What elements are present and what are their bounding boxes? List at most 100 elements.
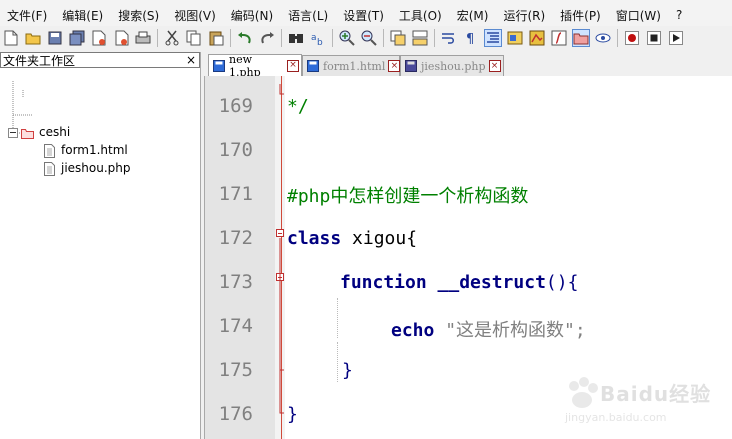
tab-jieshou-php[interactable]: jieshou.php × (400, 55, 504, 76)
line-number: 170 (218, 139, 253, 161)
stop-macro-icon[interactable] (646, 30, 662, 46)
paw-logo-icon (569, 377, 598, 408)
toolbar-separator (281, 29, 282, 47)
cut-icon[interactable] (164, 30, 180, 46)
keyword-function: function (340, 272, 427, 293)
zoom-out-icon[interactable] (361, 30, 377, 46)
sync-horizontal-icon[interactable] (412, 30, 428, 46)
floppy-icon (213, 59, 225, 72)
menu-settings[interactable]: 设置(T) (336, 7, 392, 24)
menu-language[interactable]: 语言(L) (281, 7, 336, 24)
keyword-class: class (287, 228, 342, 249)
save-all-icon[interactable] (69, 30, 85, 46)
indent-guide (337, 342, 338, 382)
tab-label: new 1.php (229, 52, 261, 79)
toolbar-separator (383, 29, 384, 47)
line-number: 174 (218, 315, 253, 337)
menu-encoding[interactable]: 编码(N) (224, 7, 281, 24)
file-label: form1.html (61, 143, 128, 157)
close-all-icon[interactable] (113, 30, 129, 46)
monitor-icon[interactable] (595, 30, 611, 46)
word-wrap-icon[interactable] (441, 30, 457, 46)
tree-file-form1[interactable]: form1.html (44, 142, 128, 159)
string-literal: "这是析构函数"; (434, 320, 586, 341)
fold-bracket-lines (279, 84, 284, 414)
panel-title: 文件夹工作区 × (0, 52, 200, 68)
line-number-gutter (205, 76, 275, 439)
zoom-in-icon[interactable] (339, 30, 355, 46)
svg-text:a: a (311, 33, 317, 43)
toolbar-separator (157, 29, 158, 47)
code-text: xigou{ (341, 228, 418, 249)
file-label: jieshou.php (61, 161, 131, 175)
tab-label: jieshou.php (421, 59, 486, 73)
tab-new-1-php[interactable]: new 1.php × (208, 52, 302, 79)
replace-icon[interactable]: ab (310, 30, 326, 46)
folder-workspace-icon[interactable] (572, 29, 590, 47)
toolbar: ab ¶ (0, 26, 732, 50)
function-list-icon[interactable] (551, 30, 567, 46)
close-icon[interactable] (91, 30, 107, 46)
menu-edit[interactable]: 编辑(E) (55, 7, 111, 24)
redo-icon[interactable] (259, 30, 275, 46)
file-icon (44, 161, 56, 176)
lang-define-icon[interactable] (507, 30, 523, 46)
code-line-brace: } (287, 404, 298, 425)
menu-plugins[interactable]: 插件(P) (553, 7, 609, 24)
line-number: 173 (218, 271, 253, 293)
print-icon[interactable] (135, 30, 151, 46)
close-tab-icon[interactable]: × (388, 60, 401, 72)
floppy-icon (307, 60, 319, 72)
open-file-icon[interactable] (25, 30, 41, 46)
menu-run[interactable]: 运行(R) (496, 7, 553, 24)
menu-view[interactable]: 视图(V) (167, 7, 224, 24)
sync-vertical-icon[interactable] (390, 30, 406, 46)
svg-text:¶: ¶ (466, 32, 474, 45)
menu-search[interactable]: 搜索(S) (111, 7, 167, 24)
watermark-brand: Baidu经验 (600, 382, 712, 406)
folder-icon (21, 127, 34, 139)
menu-window[interactable]: 窗口(W) (609, 7, 669, 24)
menu-tools[interactable]: 工具(O) (392, 7, 450, 24)
collapse-icon[interactable] (8, 127, 18, 138)
show-all-chars-icon[interactable]: ¶ (463, 30, 479, 46)
panel-close-button[interactable]: × (186, 53, 196, 68)
line-number: 172 (218, 227, 253, 249)
tab-label: form1.html (323, 59, 386, 73)
menu-help[interactable]: ? (669, 8, 690, 22)
code-line-brace: } (342, 360, 353, 381)
save-icon[interactable] (47, 30, 63, 46)
panel-title-text: 文件夹工作区 (3, 54, 76, 68)
toolbar-separator (434, 29, 435, 47)
new-file-icon[interactable] (3, 30, 19, 46)
copy-icon[interactable] (186, 30, 202, 46)
toolbar-separator (230, 29, 231, 47)
code-text: (){ (545, 272, 579, 293)
find-icon[interactable] (288, 30, 304, 46)
folder-workspace-panel: 文件夹工作区 × ceshi form1.html jieshou.php (0, 52, 201, 439)
doc-map-icon[interactable] (529, 30, 545, 46)
close-tab-icon[interactable]: × (287, 59, 299, 72)
indent-guide-icon[interactable] (484, 29, 502, 47)
tab-form1-html[interactable]: form1.html × (302, 55, 401, 76)
close-tab-icon[interactable]: × (488, 60, 501, 72)
code-line-echo: echo "这是析构函数"; (391, 316, 586, 342)
tree-node-root[interactable]: ceshi (8, 124, 70, 141)
floppy-icon (405, 60, 417, 72)
play-macro-icon[interactable] (668, 30, 684, 46)
svg-text:b: b (317, 38, 323, 46)
toolbar-separator (332, 29, 333, 47)
keyword-echo: echo (391, 320, 435, 341)
tree-root-label: ceshi (39, 125, 71, 139)
indent-guide (337, 298, 338, 338)
menu-macro[interactable]: 宏(M) (450, 7, 497, 24)
record-macro-icon[interactable] (624, 30, 640, 46)
tree-file-jieshou[interactable]: jieshou.php (44, 160, 131, 177)
method-name: __destruct (426, 272, 546, 293)
line-number: 175 (218, 359, 253, 381)
undo-icon[interactable] (237, 30, 253, 46)
line-number: 171 (218, 183, 253, 205)
paste-icon[interactable] (208, 30, 224, 46)
menu-file[interactable]: 文件(F) (0, 7, 55, 24)
code-line-comment: #php中怎样创建一个析构函数 (287, 186, 529, 207)
